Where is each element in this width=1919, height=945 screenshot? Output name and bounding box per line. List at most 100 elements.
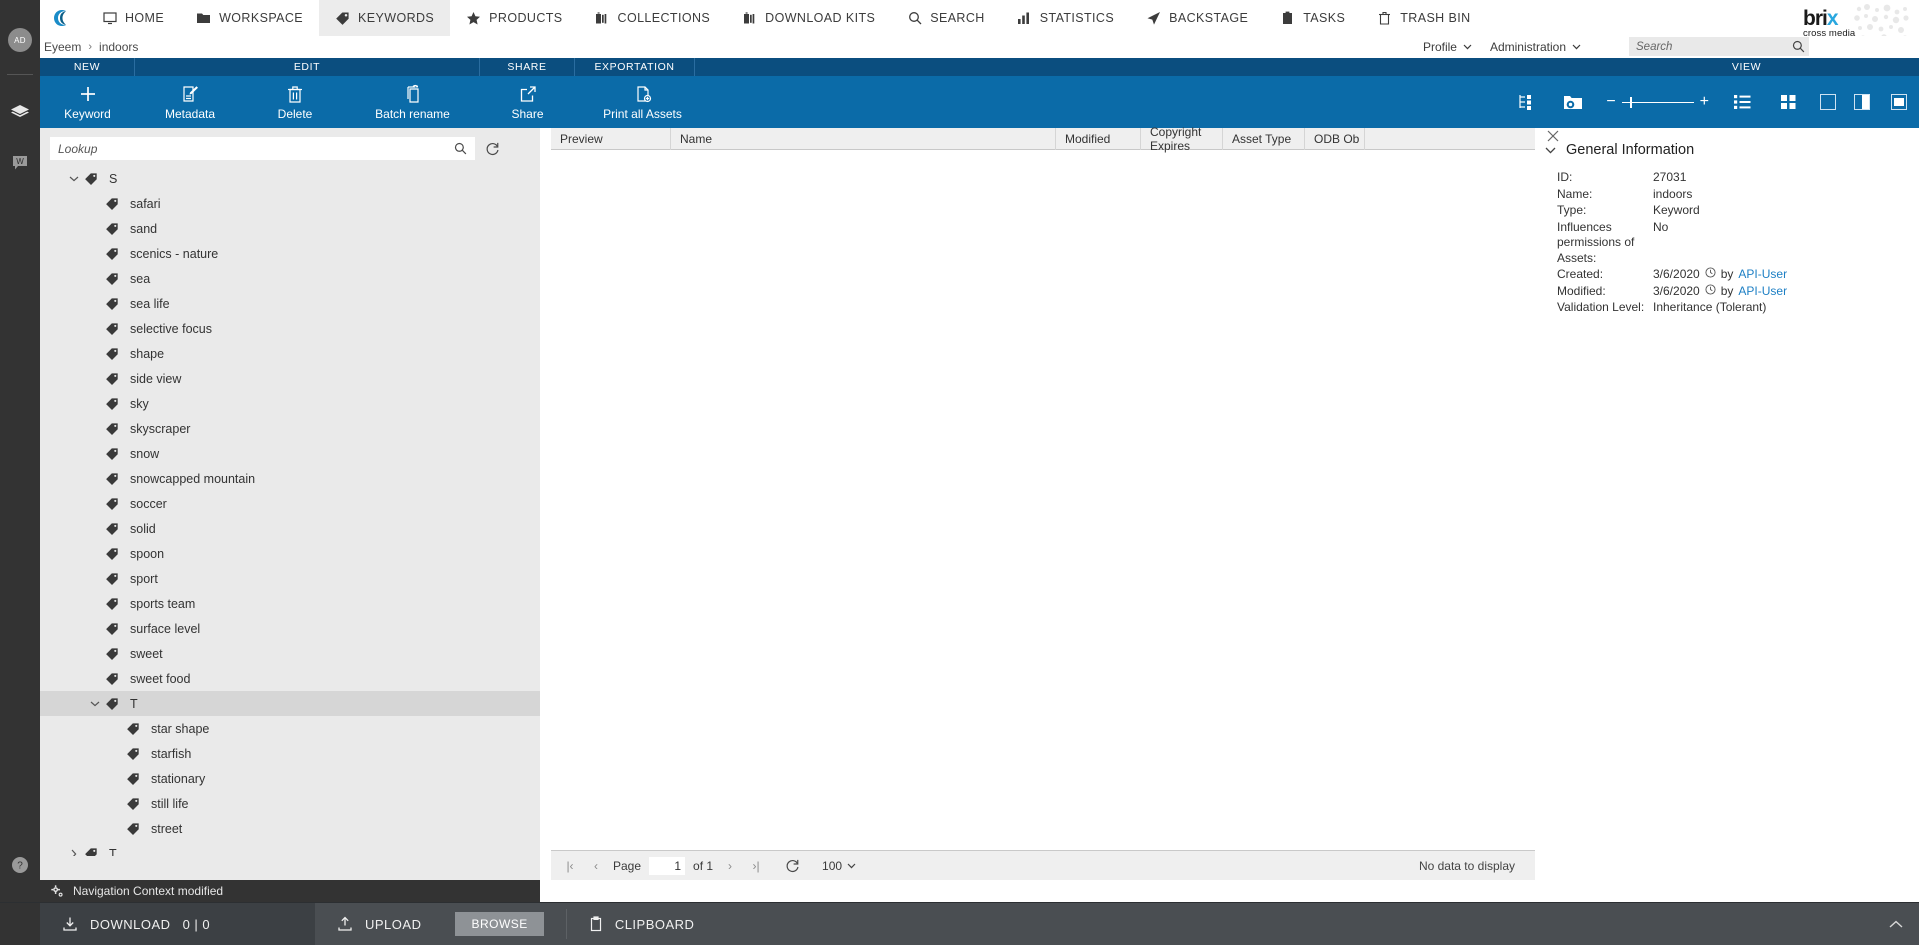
zoom-slider-track[interactable] xyxy=(1621,96,1694,108)
search-icon[interactable] xyxy=(1792,40,1805,53)
new-keyword-button[interactable]: Keyword xyxy=(40,76,135,128)
zoom-slider-handle[interactable] xyxy=(1629,96,1632,108)
tree-node[interactable]: street xyxy=(40,816,540,841)
tree-node[interactable]: skyscraper xyxy=(40,416,540,441)
keyword-tree[interactable]: Ssafari sand scenics - nature sea sea life se… xyxy=(40,166,540,856)
help-icon[interactable]: ? xyxy=(8,853,32,877)
tree-node[interactable]: sports team xyxy=(40,591,540,616)
batch-rename-button[interactable]: Batch rename xyxy=(345,76,480,128)
table-column-header[interactable]: Modified xyxy=(1056,128,1141,150)
tree-node[interactable]: spoon xyxy=(40,541,540,566)
tree-node[interactable]: sport xyxy=(40,566,540,591)
zoom-slider[interactable]: − + xyxy=(1596,93,1719,111)
zoom-in-label[interactable]: + xyxy=(1700,93,1709,111)
tree-node[interactable]: solid xyxy=(40,516,540,541)
user-link[interactable]: API-User xyxy=(1738,267,1787,283)
tree-twisty-icon[interactable] xyxy=(87,701,103,707)
nav-item-workspace[interactable]: WORKSPACE xyxy=(180,0,319,36)
layout-preview-icon[interactable] xyxy=(1879,94,1919,110)
tree-node[interactable]: sky xyxy=(40,391,540,416)
next-page-icon[interactable]: › xyxy=(721,859,739,873)
upload-section[interactable]: UPLOAD BROWSE xyxy=(315,903,566,945)
layout-split-icon[interactable] xyxy=(1845,94,1879,110)
close-icon[interactable] xyxy=(1547,130,1559,142)
nav-item-home[interactable]: HOME xyxy=(86,0,180,36)
tree-node[interactable]: sea life xyxy=(40,291,540,316)
delete-button[interactable]: Delete xyxy=(245,76,345,128)
general-information-header[interactable]: General Information xyxy=(1535,128,1919,170)
prev-page-icon[interactable]: ‹ xyxy=(587,859,605,873)
lookup-field[interactable] xyxy=(50,137,475,160)
table-column-header[interactable]: ODB Ob xyxy=(1305,128,1365,150)
tree-node[interactable]: scenics - nature xyxy=(40,241,540,266)
tree-node[interactable]: sand xyxy=(40,216,540,241)
layout-none-icon[interactable] xyxy=(1811,94,1845,110)
breadcrumb-current[interactable]: indoors xyxy=(99,40,138,54)
refresh-icon[interactable] xyxy=(785,858,800,873)
tree-node[interactable]: still life xyxy=(40,791,540,816)
table-body[interactable] xyxy=(551,150,1535,850)
tree-node[interactable]: sweet food xyxy=(40,666,540,691)
user-link[interactable]: API-User xyxy=(1738,284,1787,300)
administration-menu[interactable]: Administration xyxy=(1490,40,1581,54)
nav-item-download-kits[interactable]: DOWNLOAD KITS xyxy=(726,0,891,36)
folder-preview-icon[interactable] xyxy=(1550,92,1596,112)
nav-item-collections[interactable]: COLLECTIONS xyxy=(579,0,727,36)
table-column-header[interactable]: Asset Type xyxy=(1223,128,1305,150)
page-number-input[interactable]: 1 xyxy=(649,856,686,875)
tree-node[interactable]: side view xyxy=(40,366,540,391)
tree-view-icon[interactable] xyxy=(1504,93,1550,111)
print-all-assets-button[interactable]: Print all Assets xyxy=(575,76,710,128)
global-search[interactable] xyxy=(1629,37,1809,56)
nav-item-products[interactable]: PRODUCTS xyxy=(450,0,578,36)
tree-node[interactable]: snowcapped mountain xyxy=(40,466,540,491)
tree-node[interactable]: stationary xyxy=(40,766,540,791)
search-input[interactable] xyxy=(1636,40,1792,53)
table-column-header[interactable]: Name xyxy=(671,128,1056,150)
profile-menu[interactable]: Profile xyxy=(1423,40,1472,54)
nav-item-statistics[interactable]: STATISTICS xyxy=(1001,0,1130,36)
app-logo[interactable] xyxy=(40,0,86,36)
list-view-icon[interactable] xyxy=(1719,94,1765,110)
workspace-w-icon[interactable]: W xyxy=(8,151,32,175)
tree-node[interactable]: surface level xyxy=(40,616,540,641)
tree-node[interactable]: T xyxy=(40,841,540,856)
download-section[interactable]: DOWNLOAD 0 | 0 xyxy=(40,903,315,945)
last-page-icon[interactable]: ›| xyxy=(747,859,765,873)
tree-node[interactable]: selective focus xyxy=(40,316,540,341)
edit-metadata-button[interactable]: Metadata xyxy=(135,76,245,128)
page-size-select[interactable]: 100 xyxy=(822,859,856,873)
tree-twisty-icon[interactable] xyxy=(66,176,82,182)
nav-item-search[interactable]: SEARCH xyxy=(891,0,1001,36)
table-column-header[interactable]: Preview xyxy=(551,128,671,150)
tree-node[interactable]: sweet xyxy=(40,641,540,666)
tree-twisty-icon[interactable] xyxy=(66,849,82,856)
tree-node[interactable]: S xyxy=(40,166,540,191)
first-page-icon[interactable]: |‹ xyxy=(561,859,579,873)
zoom-out-label[interactable]: − xyxy=(1606,93,1615,111)
tree-node[interactable]: snow xyxy=(40,441,540,466)
collapse-bottom-bar-button[interactable] xyxy=(1889,903,1919,945)
refresh-icon[interactable] xyxy=(481,141,503,156)
grid-view-icon[interactable] xyxy=(1765,94,1811,110)
tree-node[interactable]: safari xyxy=(40,191,540,216)
tree-node[interactable]: T xyxy=(40,691,540,716)
clipboard-section[interactable]: CLIPBOARD xyxy=(567,903,717,945)
tree-node[interactable]: soccer xyxy=(40,491,540,516)
tree-node[interactable]: starfish xyxy=(40,741,540,766)
tree-node[interactable]: shape xyxy=(40,341,540,366)
browse-button[interactable]: BROWSE xyxy=(455,912,544,936)
avatar[interactable]: AD xyxy=(8,28,32,52)
nav-item-trash-bin[interactable]: TRASH BIN xyxy=(1361,0,1486,36)
share-button[interactable]: Share xyxy=(480,76,575,128)
nav-item-keywords[interactable]: KEYWORDS xyxy=(319,0,451,36)
lookup-input[interactable] xyxy=(58,141,454,156)
tree-node[interactable]: sea xyxy=(40,266,540,291)
breadcrumb-root[interactable]: Eyeem xyxy=(44,40,81,54)
nav-item-backstage[interactable]: BACKSTAGE xyxy=(1130,0,1264,36)
layers-icon[interactable] xyxy=(8,101,32,125)
nav-item-tasks[interactable]: TASKS xyxy=(1264,0,1361,36)
search-icon[interactable] xyxy=(454,142,467,155)
tree-node[interactable]: star shape xyxy=(40,716,540,741)
table-column-header[interactable]: Copyright Expires xyxy=(1141,125,1223,153)
